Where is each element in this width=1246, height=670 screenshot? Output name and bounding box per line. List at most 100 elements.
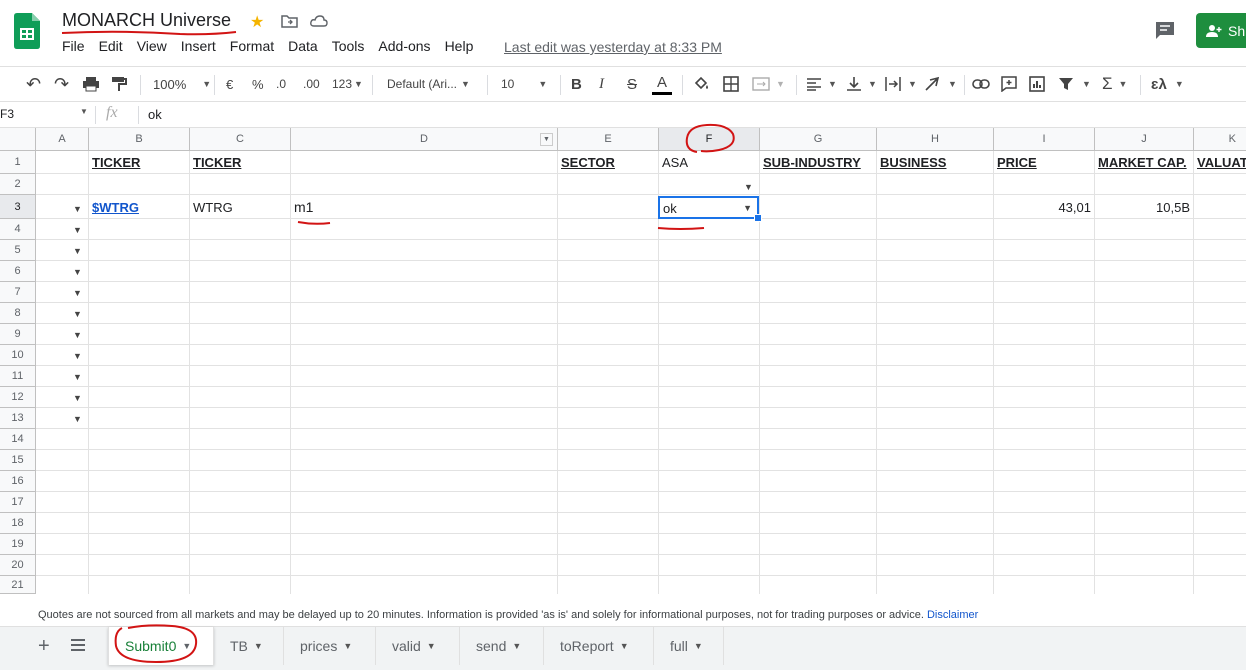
cell-c1[interactable]: TICKER <box>193 152 241 173</box>
merge-cells-button[interactable]: ▼ <box>752 67 785 101</box>
filter-button[interactable]: ▼ <box>1058 67 1091 101</box>
menu-addons[interactable]: Add-ons <box>378 38 430 54</box>
menu-edit[interactable]: Edit <box>99 38 123 54</box>
row-header-3[interactable]: 3 <box>0 195 36 219</box>
move-folder-icon[interactable] <box>281 14 298 28</box>
fill-handle[interactable] <box>754 214 762 222</box>
italic-button[interactable]: I <box>599 67 604 101</box>
vertical-align-button[interactable]: ▼ <box>846 67 877 101</box>
row-header-14[interactable]: 14 <box>0 429 36 450</box>
zoom-select[interactable]: 100% ▼ <box>153 67 211 101</box>
select-all-corner[interactable] <box>0 128 36 151</box>
strikethrough-button[interactable]: S <box>627 67 637 101</box>
cell-h1[interactable]: BUSINESS <box>880 152 946 173</box>
cell-g1[interactable]: SUB-INDUSTRY <box>763 152 861 173</box>
row-header-9[interactable]: 9 <box>0 324 36 345</box>
filter-dropdown-icon[interactable]: ▼ <box>540 133 553 146</box>
formula-input[interactable]: ok <box>148 107 162 122</box>
row-header-6[interactable]: 6 <box>0 261 36 282</box>
print-button[interactable] <box>82 67 100 101</box>
currency-format-button[interactable]: € <box>226 67 233 101</box>
tab-valid[interactable]: valid ▼ <box>376 627 460 665</box>
dropdown-arrow-icon[interactable]: ▼ <box>73 246 82 256</box>
add-sheet-button[interactable]: + <box>38 635 50 658</box>
dropdown-arrow-icon[interactable]: ▼ <box>73 351 82 361</box>
row-header-7[interactable]: 7 <box>0 282 36 303</box>
text-wrapping-button[interactable]: ▼ <box>884 67 917 101</box>
column-header-g[interactable]: G <box>760 128 877 151</box>
cell-i1[interactable]: PRICE <box>997 152 1037 173</box>
row-header-18[interactable]: 18 <box>0 513 36 534</box>
share-button[interactable]: Sh <box>1196 13 1246 48</box>
tab-toreport[interactable]: toReport ▼ <box>544 627 654 665</box>
text-rotation-button[interactable]: ▼ <box>924 67 957 101</box>
column-header-c[interactable]: C <box>190 128 291 151</box>
insert-comment-button[interactable] <box>1001 67 1017 101</box>
column-header-h[interactable]: H <box>877 128 994 151</box>
column-header-e[interactable]: E <box>558 128 659 151</box>
all-sheets-button[interactable] <box>70 638 86 657</box>
cell-d3[interactable]: m1 <box>294 196 313 217</box>
tab-prices[interactable]: prices ▼ <box>284 627 376 665</box>
menu-help[interactable]: Help <box>445 38 474 54</box>
row-header-10[interactable]: 10 <box>0 345 36 366</box>
row-header-17[interactable]: 17 <box>0 492 36 513</box>
row-header-20[interactable]: 20 <box>0 555 36 576</box>
row-header-13[interactable]: 13 <box>0 408 36 429</box>
menu-insert[interactable]: Insert <box>181 38 216 54</box>
increase-decimal-button[interactable]: .00 <box>303 67 320 101</box>
cell-k1[interactable]: VALUAT <box>1197 152 1246 173</box>
chevron-down-icon[interactable]: ▼ <box>80 107 88 116</box>
tab-full[interactable]: full ▼ <box>654 627 724 665</box>
last-edit-link[interactable]: Last edit was yesterday at 8:33 PM <box>504 39 722 55</box>
row-header-4[interactable]: 4 <box>0 219 36 240</box>
column-header-b[interactable]: B <box>89 128 190 151</box>
menu-data[interactable]: Data <box>288 38 318 54</box>
redo-button[interactable]: ↷ <box>54 67 69 101</box>
font-family-select[interactable]: Default (Ari... ▼ <box>387 67 470 101</box>
column-header-d[interactable]: D ▼ <box>291 128 558 151</box>
cell-j1[interactable]: MARKET CAP. <box>1098 152 1187 173</box>
column-header-i[interactable]: I <box>994 128 1095 151</box>
comments-icon[interactable] <box>1154 20 1176 40</box>
disclaimer-link[interactable]: Disclaimer <box>927 609 978 621</box>
dropdown-arrow-icon[interactable]: ▼ <box>73 372 82 382</box>
row-header-21[interactable]: 21 <box>0 576 36 594</box>
dropdown-arrow-icon[interactable]: ▼ <box>73 225 82 235</box>
cell-e1[interactable]: SECTOR <box>561 152 615 173</box>
dropdown-arrow-icon[interactable]: ▼ <box>73 204 82 214</box>
dropdown-arrow-icon[interactable]: ▼ <box>73 288 82 298</box>
spreadsheet-grid[interactable]: A B C D ▼ E F G H I J K 1 2 3 4 5 6 7 8 … <box>0 128 1246 594</box>
dropdown-arrow-icon[interactable]: ▼ <box>73 309 82 319</box>
dropdown-arrow-icon[interactable]: ▼ <box>744 182 753 192</box>
sheets-logo-icon[interactable] <box>14 13 40 49</box>
cell-b1[interactable]: TICKER <box>92 152 140 173</box>
tab-tb[interactable]: TB ▼ <box>214 627 284 665</box>
percent-format-button[interactable]: % <box>252 67 264 101</box>
insert-link-button[interactable] <box>972 67 990 101</box>
row-header-8[interactable]: 8 <box>0 303 36 324</box>
menu-file[interactable]: File <box>62 38 85 54</box>
row-header-11[interactable]: 11 <box>0 366 36 387</box>
cell-i3[interactable]: 43,01 <box>994 197 1091 218</box>
star-icon[interactable]: ★ <box>250 12 264 32</box>
text-color-button[interactable]: A <box>652 67 672 101</box>
selected-cell-f3[interactable]: ok ▼ <box>658 196 762 222</box>
dropdown-arrow-icon[interactable]: ▼ <box>743 203 752 213</box>
dropdown-arrow-icon[interactable]: ▼ <box>73 414 82 424</box>
bold-button[interactable]: B <box>571 67 582 101</box>
dropdown-arrow-icon[interactable]: ▼ <box>73 393 82 403</box>
paint-format-button[interactable] <box>111 67 127 101</box>
borders-button[interactable] <box>723 67 739 101</box>
tab-send[interactable]: send ▼ <box>460 627 544 665</box>
row-header-1[interactable]: 1 <box>0 151 36 174</box>
more-formats-button[interactable]: 123 ▼ <box>332 67 363 101</box>
row-header-15[interactable]: 15 <box>0 450 36 471</box>
cell-c3[interactable]: WTRG <box>193 197 233 218</box>
row-header-2[interactable]: 2 <box>0 174 36 195</box>
cell-j3[interactable]: 10,5B <box>1095 197 1190 218</box>
name-box[interactable]: F3 <box>0 107 14 121</box>
menu-format[interactable]: Format <box>230 38 274 54</box>
menu-view[interactable]: View <box>137 38 167 54</box>
menu-tools[interactable]: Tools <box>332 38 365 54</box>
